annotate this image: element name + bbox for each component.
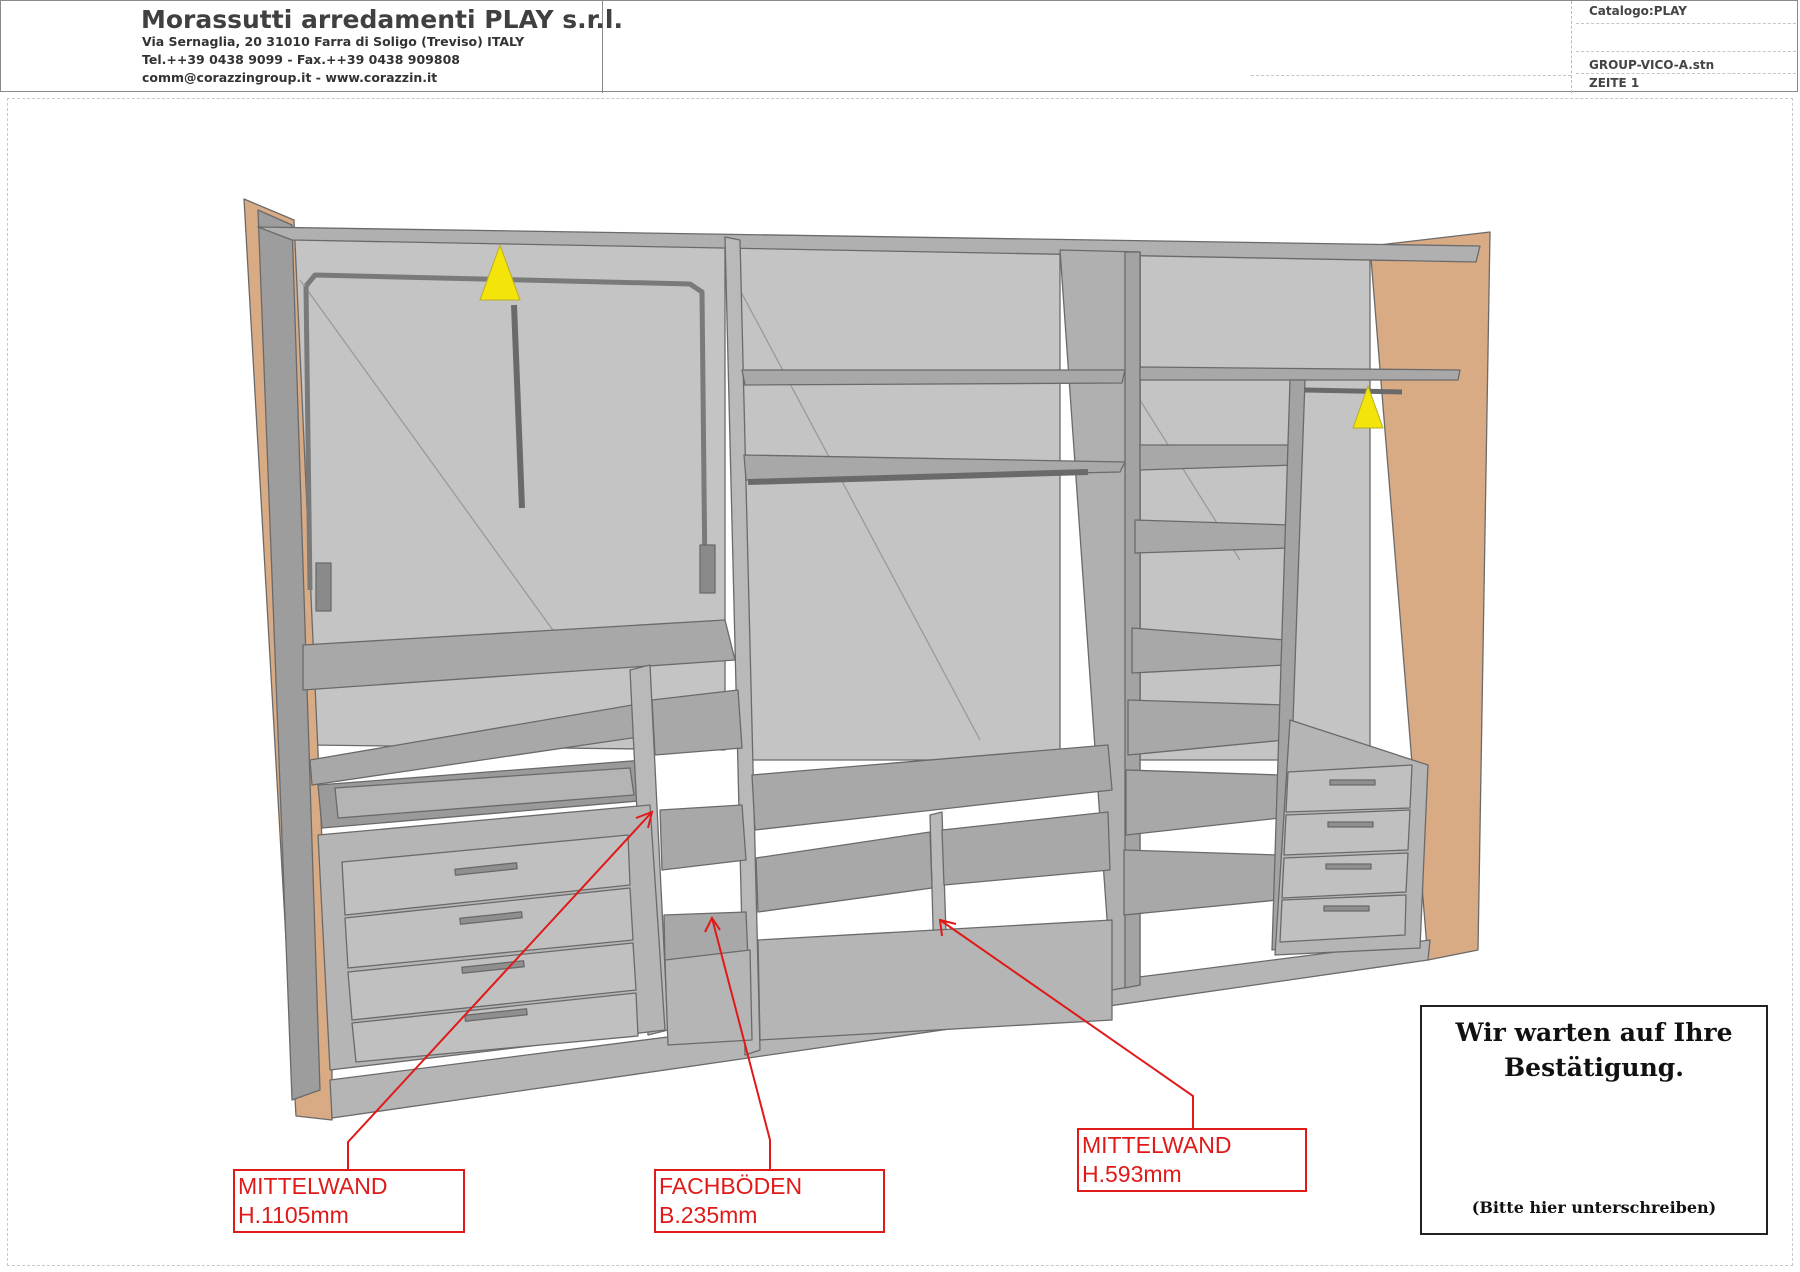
back-panel-right [1139, 251, 1371, 761]
annotation-value: B.235mm [659, 1202, 758, 1228]
shelf [1139, 444, 1296, 471]
fachboden-shelf [659, 804, 747, 871]
lift-bracket [315, 562, 332, 612]
shelf [1134, 519, 1291, 554]
back-panel-middle [739, 239, 1061, 761]
drawer [1283, 809, 1411, 856]
clothes-rail [1304, 387, 1403, 395]
middle-base [757, 919, 1113, 1041]
annotation-fachboeden: FACHBÖDEN B.235mm [654, 1169, 885, 1233]
drawer [1279, 894, 1407, 943]
drawer-handle [1327, 821, 1374, 828]
shelf [1123, 849, 1279, 916]
annotation-value: H.1105mm [238, 1202, 349, 1228]
shelf [1125, 769, 1281, 836]
drawer-handle [1323, 905, 1370, 912]
shelf [1139, 366, 1461, 381]
annotation-title: MITTELWAND [238, 1173, 388, 1199]
fachboden-shelf [664, 949, 753, 1046]
annotation-mittelwand-1105: MITTELWAND H.1105mm [233, 1169, 465, 1233]
lift-bracket [699, 544, 716, 594]
drawer [1285, 764, 1413, 813]
annotation-mittelwand-593: MITTELWAND H.593mm [1077, 1128, 1307, 1192]
signature-note: (Bitte hier unterschreiben) [1471, 1198, 1717, 1217]
drawer [1281, 852, 1409, 899]
annotation-value: H.593mm [1082, 1161, 1182, 1187]
drawer-handle [1329, 779, 1376, 786]
annotation-title: MITTELWAND [1082, 1132, 1232, 1158]
shelf [755, 831, 933, 913]
shelf [741, 369, 1126, 386]
shelf [941, 811, 1111, 886]
annotation-title: FACHBÖDEN [659, 1173, 803, 1199]
signature-box[interactable]: Wir warten auf Ihre Bestätigung. (Bitte … [1420, 1005, 1768, 1235]
drawer-handle [1325, 863, 1372, 870]
confirmation-title: Wir warten auf Ihre Bestätigung. [1455, 1018, 1733, 1082]
fachboden-shelf [651, 689, 743, 756]
